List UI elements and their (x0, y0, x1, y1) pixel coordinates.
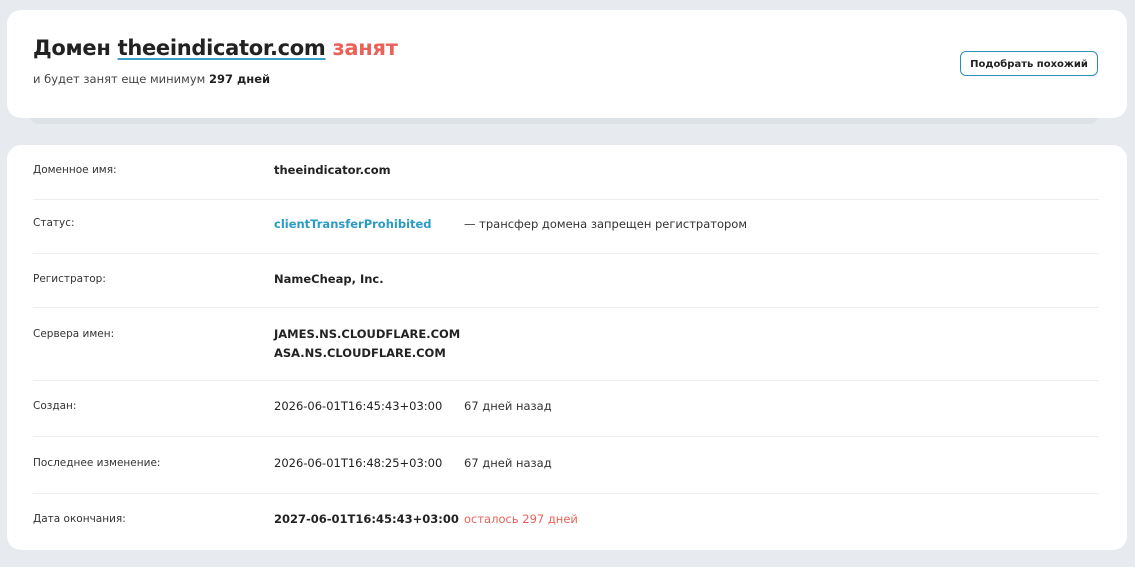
status-description: — трансфер домена запрещен регистратором (464, 217, 748, 231)
status-word: занят (332, 36, 398, 60)
status-code-link[interactable]: clientTransferProhibited (274, 217, 432, 231)
subtitle-days: 297 дней (208, 72, 271, 86)
created-ago: 67 дней назад (464, 399, 552, 413)
label-registrar: Регистратор: (33, 273, 106, 285)
label-expiration: Дата окончания: (33, 513, 126, 525)
value-nameservers: JAMES.NS.CLOUDFLARE.COM ASA.NS.CLOUDFLAR… (274, 325, 460, 363)
row-created: Создан: 2026-06-01T16:45:43+03:00 67 дне… (33, 380, 1099, 437)
domain-status-card: Домен theeindicator.com занят и будет за… (7, 10, 1127, 118)
page-title: Домен theeindicator.com занят (33, 36, 398, 60)
label-domain-name: Доменное имя: (33, 164, 117, 176)
title-prefix: Домен (33, 36, 111, 60)
row-expiration: Дата окончания: 2027-06-01T16:45:43+03:0… (33, 493, 1099, 550)
label-status: Статус: (33, 217, 75, 229)
value-last-modified: 2026-06-01T16:48:25+03:00 (274, 456, 443, 470)
modified-ago: 67 дней назад (464, 456, 552, 470)
row-domain-name: Доменное имя: theeindicator.com (33, 145, 1099, 200)
domain-link[interactable]: theeindicator.com (118, 36, 326, 60)
expiration-remaining: осталось 297 дней (464, 512, 578, 526)
row-last-modified: Последнее изменение: 2026-06-01T16:48:25… (33, 436, 1099, 494)
busy-duration-text: и будет занят еще минимум 297 дней (33, 72, 270, 86)
label-created: Создан: (33, 400, 77, 412)
label-nameservers: Сервера имен: (33, 328, 115, 340)
value-registrar: NameCheap, Inc. (274, 272, 384, 286)
subtitle-prefix: и будет занят еще минимум (33, 72, 206, 86)
value-created: 2026-06-01T16:45:43+03:00 (274, 399, 443, 413)
row-nameservers: Сервера имен: JAMES.NS.CLOUDFLARE.COM AS… (33, 307, 1099, 381)
nameserver-item: ASA.NS.CLOUDFLARE.COM (274, 346, 446, 360)
label-last-modified: Последнее изменение: (33, 457, 161, 469)
nameserver-item: JAMES.NS.CLOUDFLARE.COM (274, 327, 461, 341)
row-registrar: Регистратор: NameCheap, Inc. (33, 253, 1099, 308)
find-similar-button[interactable]: Подобрать похожий (960, 51, 1098, 76)
value-expiration: 2027-06-01T16:45:43+03:00 (274, 512, 459, 526)
row-status: Статус: clientTransferProhibited — транс… (33, 199, 1099, 254)
value-domain-name: theeindicator.com (274, 163, 391, 177)
whois-info-card: Доменное имя: theeindicator.com Статус: … (7, 145, 1127, 550)
